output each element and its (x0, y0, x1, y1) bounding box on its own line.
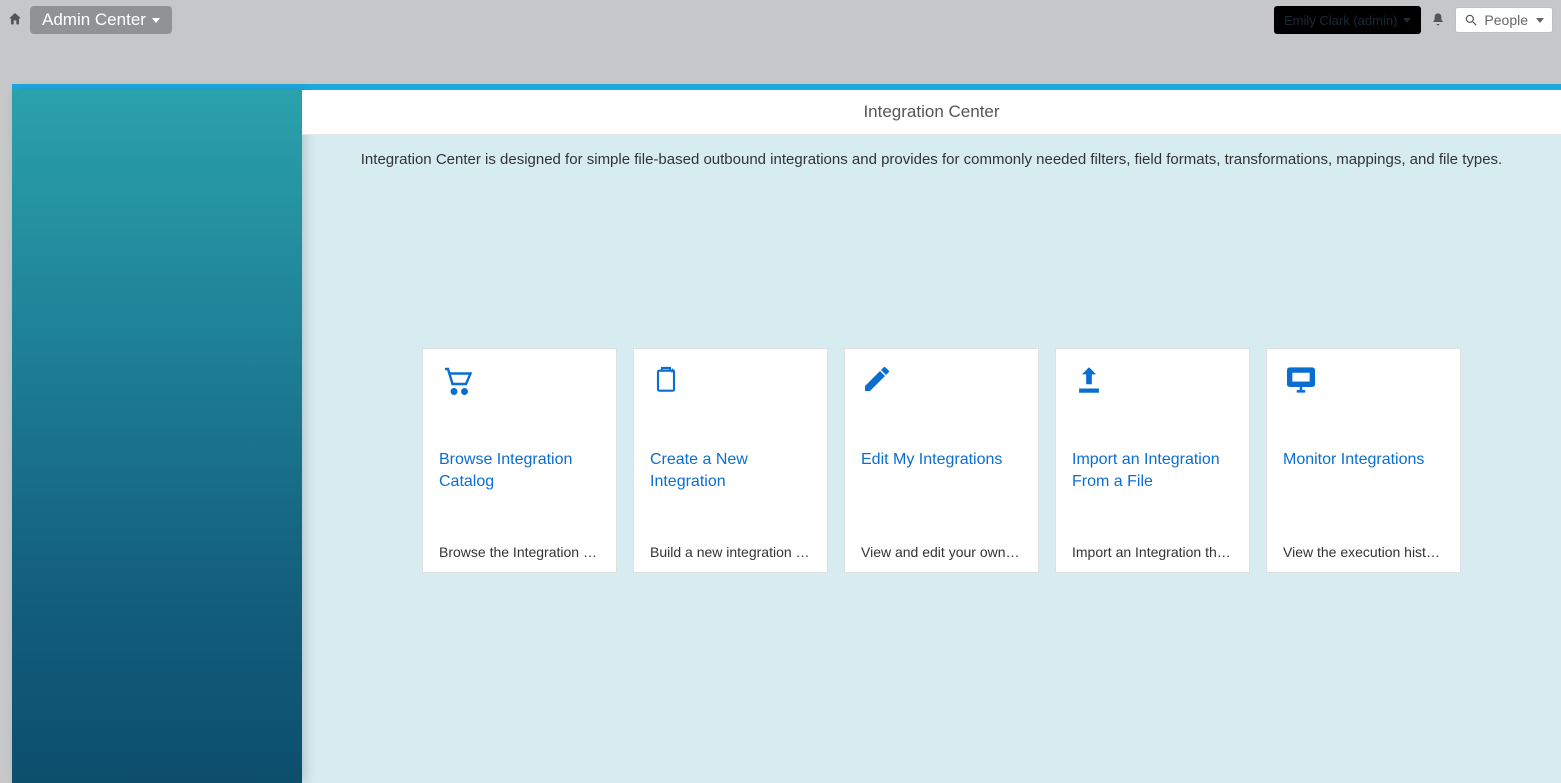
home-button[interactable] (4, 8, 26, 30)
main-content: Integration Center Integration Center is… (302, 90, 1561, 783)
global-header: Admin Center Emily Clark (admin) People (0, 0, 1561, 70)
search-icon (1464, 13, 1478, 27)
notifications-button[interactable] (1427, 9, 1449, 31)
card-description: Import an Integration that was previousl… (1072, 544, 1233, 560)
caret-down-icon (152, 18, 160, 23)
user-display-name: Emily Clark (admin) (1284, 13, 1397, 28)
card-title: Import an Integration From a File (1072, 449, 1233, 493)
card-title: Edit My Integrations (861, 449, 1022, 493)
upload-icon (1072, 363, 1233, 413)
left-sidebar (12, 90, 302, 783)
card-description: View and edit your own integrations. (861, 544, 1022, 560)
search-scope-label: People (1484, 12, 1528, 28)
card-description: View the execution history of integratio… (1283, 544, 1444, 560)
card-description: Browse the Integration Catalog for pre-b… (439, 544, 600, 560)
module-selector[interactable]: Admin Center (30, 6, 172, 34)
card-browse-catalog[interactable]: Browse Integration Catalog Browse the In… (422, 348, 617, 573)
header-right-group: Emily Clark (admin) People (1274, 6, 1553, 34)
card-title: Monitor Integrations (1283, 449, 1444, 493)
card-edit-integrations[interactable]: Edit My Integrations View and edit your … (844, 348, 1039, 573)
app-frame: Integration Center Integration Center is… (12, 84, 1561, 783)
page-intro-text: Integration Center is designed for simpl… (302, 135, 1561, 168)
cards-row: Browse Integration Catalog Browse the In… (302, 168, 1561, 573)
home-icon (7, 11, 23, 27)
global-search[interactable]: People (1455, 7, 1553, 33)
monitor-icon (1283, 363, 1444, 413)
user-menu[interactable]: Emily Clark (admin) (1274, 6, 1421, 34)
cart-icon (439, 363, 600, 413)
caret-down-icon (1403, 18, 1411, 23)
card-monitor-integrations[interactable]: Monitor Integrations View the execution … (1266, 348, 1461, 573)
card-create-integration[interactable]: Create a New Integration Build a new int… (633, 348, 828, 573)
card-description: Build a new integration from scratch. (650, 544, 811, 560)
bell-icon (1430, 12, 1446, 28)
page-title: Integration Center (302, 90, 1561, 135)
card-title: Browse Integration Catalog (439, 449, 600, 493)
pencil-icon (861, 363, 1022, 413)
caret-down-icon (1536, 18, 1544, 23)
module-selector-label: Admin Center (42, 10, 146, 30)
card-import-integration[interactable]: Import an Integration From a File Import… (1055, 348, 1250, 573)
clipboard-star-icon (650, 363, 811, 413)
card-title: Create a New Integration (650, 449, 811, 493)
